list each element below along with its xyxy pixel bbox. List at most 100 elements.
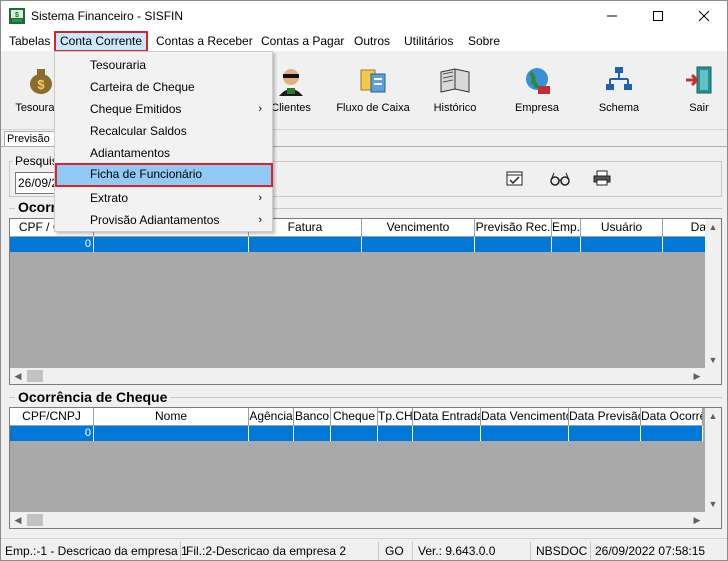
cheque-title: Ocorrência de Cheque	[15, 389, 171, 405]
table-cell[interactable]	[249, 237, 362, 252]
toolbar-fluxo-de-caixa-label: Fluxo de Caixa	[336, 102, 410, 114]
scroll-thumb[interactable]	[27, 514, 43, 526]
glasses-icon	[550, 172, 570, 186]
col-header[interactable]: Tp.CH	[378, 408, 413, 426]
cheque-horizontal-scrollbar[interactable]: ◀ ▶	[10, 512, 721, 528]
toolbar-fluxo-de-caixa-button[interactable]: Fluxo de Caixa	[333, 64, 413, 124]
tab-previsao[interactable]: Previsão	[4, 131, 60, 147]
col-header[interactable]: Vencimento	[362, 219, 475, 237]
col-header[interactable]: Agência	[249, 408, 294, 426]
cheque-grid[interactable]: CPF/CNPJ Nome Agência Banco Cheque Tp.CH…	[9, 407, 722, 529]
exit-icon	[686, 66, 712, 94]
cash-flow-icon	[360, 69, 386, 93]
scroll-left-icon[interactable]: ◀	[10, 368, 26, 384]
status-filial: Fil.:2-Descricao da empresa 2	[184, 542, 379, 560]
table-cell[interactable]	[378, 426, 413, 441]
menu-sobre[interactable]: Sobre	[464, 33, 504, 51]
table-cell[interactable]	[481, 426, 569, 441]
ocorrencias-horizontal-scrollbar[interactable]: ◀ ▶	[10, 368, 721, 384]
maximize-button[interactable]	[635, 1, 681, 31]
menu-contas-a-pagar[interactable]: Contas a Pagar	[257, 33, 348, 51]
col-header[interactable]: Usuário	[581, 219, 663, 237]
table-cell[interactable]: 0	[10, 426, 94, 441]
table-cell[interactable]	[552, 237, 581, 252]
menu-item-carteira-de-cheque[interactable]: Carteira de Cheque	[57, 76, 270, 98]
col-header[interactable]: Emp.	[552, 219, 581, 237]
col-header[interactable]: Previsão Rec.	[475, 219, 552, 237]
maximize-icon	[653, 11, 663, 21]
menu-item-label: Tesouraria	[90, 58, 147, 72]
money-bag-icon: $	[30, 69, 52, 94]
col-header[interactable]: CPF/CNPJ	[10, 408, 94, 426]
table-cell[interactable]: 0	[10, 237, 94, 252]
col-header[interactable]: Data Previsão	[569, 408, 641, 426]
menu-item-provisao-adiantamentos[interactable]: Provisão Adiantamentos ›	[57, 209, 270, 231]
col-header[interactable]: Cheque	[331, 408, 378, 426]
table-cell[interactable]	[331, 426, 378, 441]
scroll-up-icon[interactable]: ▲	[705, 408, 721, 424]
table-cell[interactable]	[475, 237, 552, 252]
book-icon	[440, 68, 470, 93]
ocorrencias-vertical-scrollbar[interactable]: ▲ ▼	[705, 219, 721, 368]
submenu-arrow-icon: ›	[258, 214, 262, 226]
app-window: $ Sistema Financeiro - SISFIN Tabelas Co…	[0, 0, 728, 561]
table-cell[interactable]	[581, 237, 663, 252]
col-header[interactable]: Data Entrada	[413, 408, 481, 426]
conta-corrente-dropdown: Tesouraria Carteira de Cheque Cheque Emi…	[54, 51, 273, 232]
menu-item-recalcular-saldos[interactable]: Recalcular Saldos	[57, 120, 270, 142]
menu-contas-a-receber[interactable]: Contas a Receber	[152, 33, 257, 51]
scroll-right-icon[interactable]: ▶	[689, 512, 705, 528]
table-cell[interactable]	[413, 426, 481, 441]
col-header[interactable]: Banco	[294, 408, 331, 426]
menu-item-tesouraria[interactable]: Tesouraria	[57, 54, 270, 76]
table-cell[interactable]	[569, 426, 641, 441]
menu-item-cheque-emitidos[interactable]: Cheque Emitidos ›	[57, 98, 270, 120]
col-header[interactable]: Da	[663, 219, 707, 237]
menu-conta-corrente[interactable]: Conta Corrente	[54, 31, 149, 52]
table-cell[interactable]	[249, 426, 294, 441]
toolbar-schema-label: Schema	[598, 102, 640, 114]
ocorrencias-grid[interactable]: CPF / CNPJ Fatura Vencimento Previsão Re…	[9, 218, 722, 385]
col-header[interactable]: Data Vencimento	[481, 408, 569, 426]
close-button[interactable]	[681, 1, 727, 31]
printer-icon	[593, 170, 611, 186]
toolbar-historico-label: Histórico	[433, 102, 477, 114]
cheque-vertical-scrollbar[interactable]: ▲ ▼	[705, 408, 721, 512]
table-row[interactable]: 0	[10, 426, 703, 441]
status-empresa: Emp.:-1 - Descricao da empresa 1	[5, 542, 188, 560]
col-header[interactable]: Data Ocorrê	[641, 408, 703, 426]
printer-button[interactable]	[593, 170, 613, 188]
menu-utilitarios[interactable]: Utilitários	[400, 33, 457, 51]
table-row[interactable]: 0	[10, 237, 707, 252]
minimize-button[interactable]	[589, 1, 635, 31]
menu-tabelas[interactable]: Tabelas	[5, 33, 54, 51]
scroll-thumb[interactable]	[27, 370, 43, 382]
table-cell[interactable]	[641, 426, 703, 441]
table-cell[interactable]	[94, 426, 249, 441]
menu-item-ficha-de-funcionario[interactable]: Ficha de Funcionário	[55, 163, 273, 187]
toolbar-empresa-label: Empresa	[514, 102, 560, 114]
scroll-right-icon[interactable]: ▶	[689, 368, 705, 384]
menu-item-adiantamentos[interactable]: Adiantamentos	[57, 142, 270, 164]
toolbar-sair-button[interactable]: Sair	[659, 64, 728, 124]
table-cell[interactable]	[663, 237, 707, 252]
table-cell[interactable]	[294, 426, 331, 441]
glasses-button[interactable]	[549, 170, 570, 188]
calendar-check-button[interactable]	[506, 170, 526, 188]
table-cell[interactable]	[94, 237, 249, 252]
scroll-down-icon[interactable]: ▼	[705, 496, 721, 512]
menu-item-label: Provisão Adiantamentos	[90, 213, 220, 227]
toolbar-empresa-button[interactable]: Empresa	[497, 64, 577, 124]
col-header[interactable]: Nome	[94, 408, 249, 426]
scroll-down-icon[interactable]: ▼	[705, 352, 721, 368]
menu-item-extrato[interactable]: Extrato ›	[57, 187, 270, 209]
date-input[interactable]: 26/09/2022	[15, 172, 59, 194]
table-cell[interactable]	[362, 237, 475, 252]
toolbar-schema-button[interactable]: Schema	[579, 64, 659, 124]
app-icon: $	[9, 8, 25, 24]
org-chart-icon	[606, 67, 632, 90]
menu-outros[interactable]: Outros	[350, 33, 394, 51]
toolbar-historico-button[interactable]: Histórico	[415, 64, 495, 124]
scroll-up-icon[interactable]: ▲	[705, 219, 721, 235]
scroll-left-icon[interactable]: ◀	[10, 512, 26, 528]
